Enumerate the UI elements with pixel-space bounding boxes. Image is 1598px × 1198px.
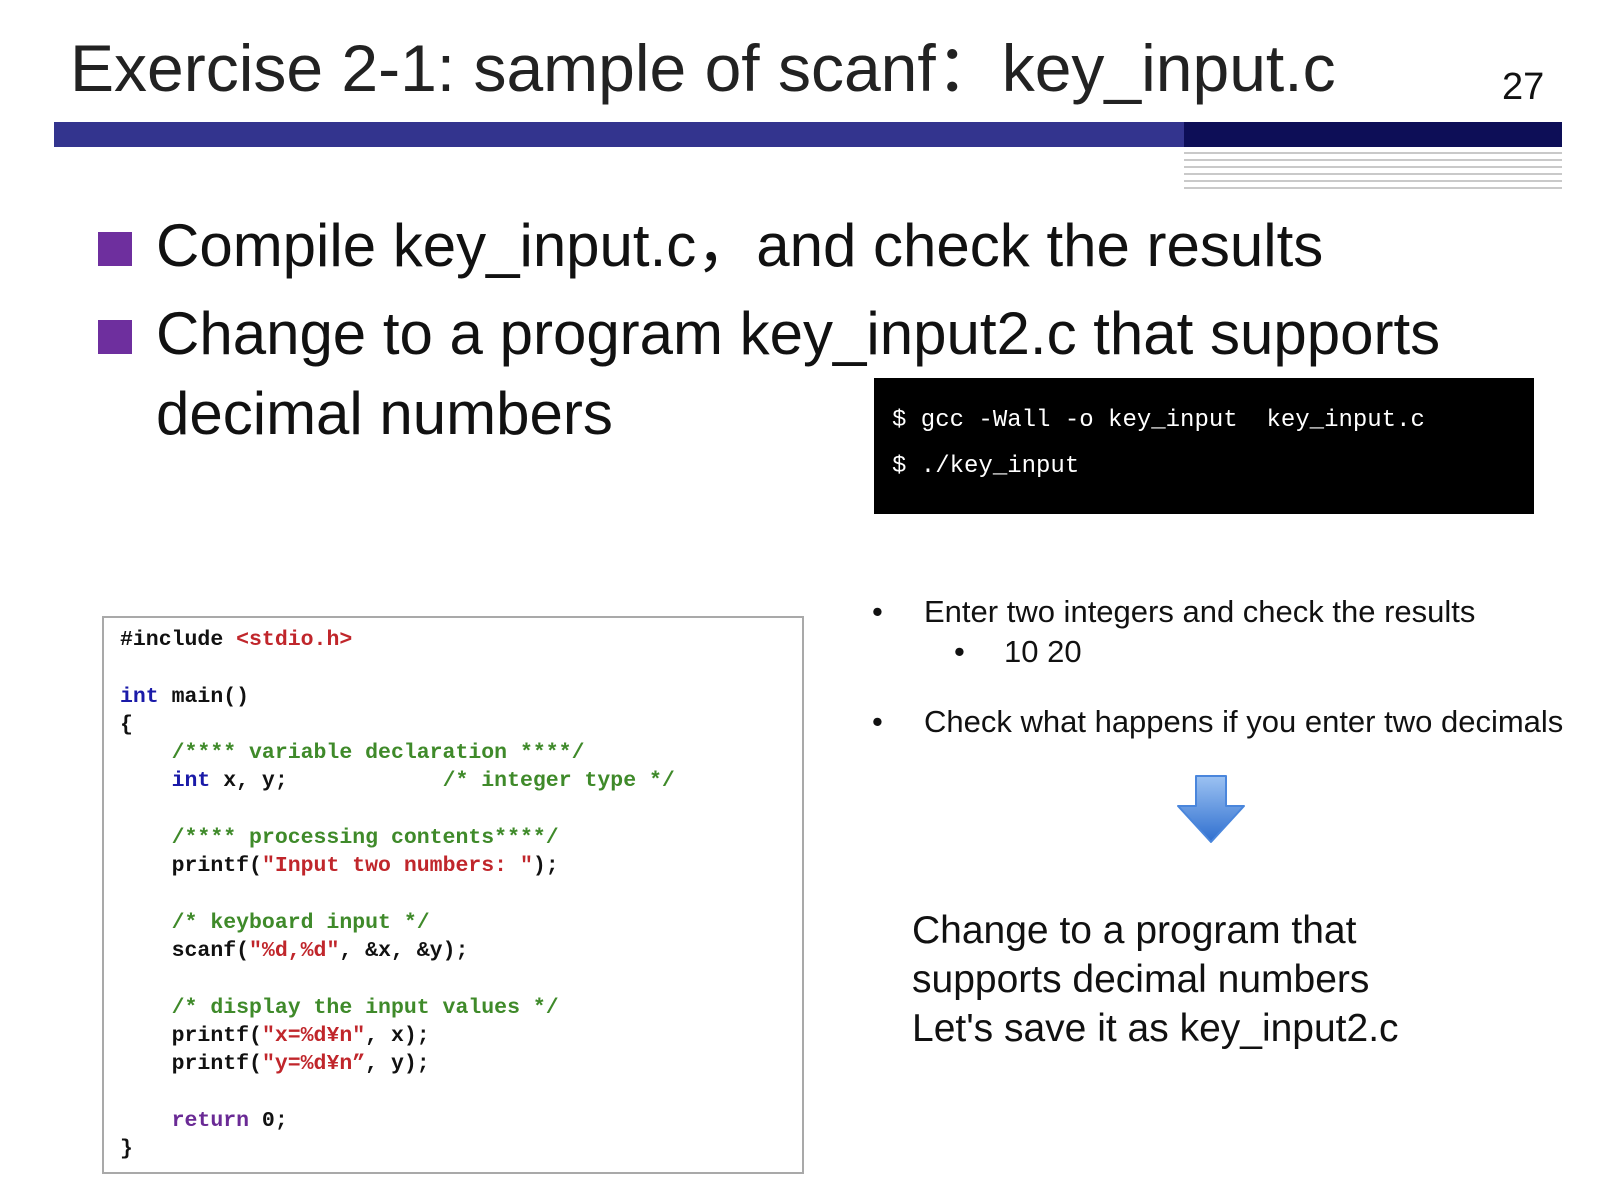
code-keyword: int [171,769,211,794]
code-keyword: int [120,684,159,709]
code-string: "Input two numbers: " [261,854,533,879]
code-keyword: return [171,1109,250,1134]
code-args: , y); [365,1052,430,1077]
code-main: main() [158,684,250,709]
code-comment: /**** variable declaration ****/ [171,741,585,766]
code-fn-end: ); [532,854,559,879]
note-item: • Check what happens if you enter two de… [872,702,1563,742]
code-text: #include <stdio.h> int main() { /**** va… [120,626,675,1164]
conclusion-line: Change to a program that [912,909,1357,952]
code-string: "%d,%d" [249,939,340,964]
code-brace: } [120,1137,133,1162]
bullet-text-line1: Change to a program key_input2.c that su… [156,300,1441,367]
terminal-line: $ ./key_input [892,453,1080,480]
bullet-text: Compile key_input.c，and check the result… [156,212,1324,279]
code-comment: /* keyboard input */ [171,910,430,935]
bullet-dot: • [872,594,883,629]
code-include: #include [120,628,224,652]
decorative-lines [1184,152,1562,198]
down-arrow-icon [1177,775,1245,843]
bullet-square [98,320,132,354]
code-brace: { [120,712,133,737]
note-text: Check what happens if you enter two deci… [924,704,1564,739]
note-item: • Enter two integers and check the resul… [872,592,1563,632]
code-return-value: 0; [249,1109,288,1134]
title-bar [54,122,1184,147]
conclusion-line: Let's save it as key_input2.c [912,1007,1399,1050]
code-fn: printf( [171,1024,262,1049]
code-listing: #include <stdio.h> int main() { /**** va… [102,616,804,1174]
code-fn: scanf( [171,939,250,964]
conclusion-text: Change to a program that supports decima… [912,906,1399,1053]
title-bar-accent [1184,122,1562,147]
bullet-item: Compile key_input.c，and check the result… [98,206,1558,286]
bullet-dot: • [872,704,883,739]
code-comment: /* display the input values */ [171,995,559,1020]
code-fn: printf( [171,854,262,879]
code-include-header: <stdio.h> [236,628,353,652]
code-comment: /**** processing contents****/ [171,826,559,851]
slide-title: Exercise 2-1: sample of scanf：key_input.… [70,31,1336,105]
code-args: , &x, &y); [339,939,469,964]
terminal-line: $ gcc -Wall -o key_input key_input.c [892,407,1425,434]
bullet-square [98,232,132,266]
code-comment: /* integer type */ [442,769,675,794]
note-text: Enter two integers and check the results [924,594,1476,629]
note-subtext: 10 20 [1004,634,1082,669]
code-string: "x=%d¥n" [261,1024,366,1049]
code-vars: x, y; [210,769,288,794]
bullet-dot: • [954,634,965,669]
code-args: , x); [365,1024,430,1049]
code-fn: printf( [171,1052,262,1077]
code-string: "y=%d¥n” [261,1052,366,1077]
note-subitem: • 10 20 [872,632,1563,672]
notes-list: • Enter two integers and check the resul… [872,592,1563,742]
page-number: 27 [1502,66,1545,108]
conclusion-line: supports decimal numbers [912,958,1370,1001]
terminal-box: $ gcc -Wall -o key_input key_input.c $ ./… [874,378,1534,514]
